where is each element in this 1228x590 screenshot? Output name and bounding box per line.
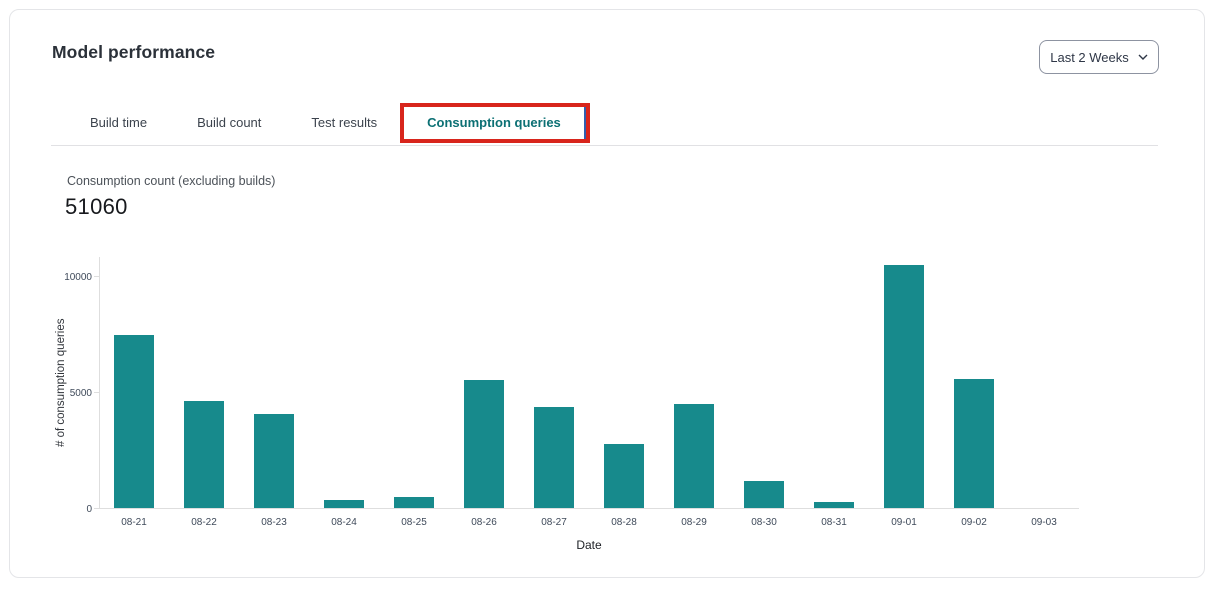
x-tick-label-08-27: 08-27 <box>519 517 589 528</box>
y-tick-label-0: 0 <box>86 504 92 515</box>
x-tick-label-08-30: 08-30 <box>729 517 799 528</box>
bar-08-28[interactable] <box>604 444 644 508</box>
period-selector-dropdown[interactable]: Last 2 Weeks <box>1039 40 1159 74</box>
y-tick-label-10000: 10000 <box>64 272 92 283</box>
period-selector-value: Last 2 Weeks <box>1050 50 1129 65</box>
bar-08-29[interactable] <box>674 404 714 508</box>
x-tick-label-08-26: 08-26 <box>449 517 519 528</box>
model-performance-card: Model performance Last 2 Weeks Build tim… <box>9 9 1205 578</box>
metric-value: 51060 <box>65 194 128 220</box>
metric-label: Consumption count (excluding builds) <box>67 174 275 188</box>
bar-09-02[interactable] <box>954 379 994 508</box>
bar-08-30[interactable] <box>744 481 784 508</box>
bar-08-21[interactable] <box>114 335 154 508</box>
x-tick-label-08-29: 08-29 <box>659 517 729 528</box>
x-tick-label-08-25: 08-25 <box>379 517 449 528</box>
tab-bar: Build timeBuild countTest resultsConsump… <box>51 100 1158 146</box>
x-tick-label-08-21: 08-21 <box>99 517 169 528</box>
x-tick-label-09-01: 09-01 <box>869 517 939 528</box>
y-tick-mark <box>94 508 99 509</box>
bar-08-31[interactable] <box>814 502 854 508</box>
bar-08-25[interactable] <box>394 497 434 508</box>
y-axis-title: # of consumption queries <box>55 257 67 509</box>
y-axis-line <box>99 257 100 509</box>
y-tick-label-5000: 5000 <box>70 388 92 399</box>
bar-08-26[interactable] <box>464 380 504 508</box>
x-tick-label-09-03: 09-03 <box>1009 517 1079 528</box>
chevron-down-icon <box>1138 54 1148 60</box>
x-axis-title: Date <box>99 538 1079 552</box>
x-axis-line <box>99 508 1079 509</box>
y-tick-mark <box>94 392 99 393</box>
tab-consumption-queries[interactable]: Consumption queries <box>402 100 586 145</box>
x-tick-label-08-24: 08-24 <box>309 517 379 528</box>
bar-08-22[interactable] <box>184 401 224 508</box>
tab-build-count[interactable]: Build count <box>172 100 286 145</box>
tab-test-results[interactable]: Test results <box>286 100 402 145</box>
tab-build-time[interactable]: Build time <box>65 100 172 145</box>
x-tick-label-08-28: 08-28 <box>589 517 659 528</box>
page-title: Model performance <box>52 42 215 63</box>
bar-09-01[interactable] <box>884 265 924 508</box>
bar-08-27[interactable] <box>534 407 574 508</box>
x-tick-label-09-02: 09-02 <box>939 517 1009 528</box>
x-tick-label-08-23: 08-23 <box>239 517 309 528</box>
x-tick-label-08-22: 08-22 <box>169 517 239 528</box>
x-tick-label-08-31: 08-31 <box>799 517 869 528</box>
y-tick-mark <box>94 276 99 277</box>
consumption-queries-bar-chart: # of consumption queries Date 0500010000… <box>99 257 1079 509</box>
bar-08-23[interactable] <box>254 414 294 508</box>
bar-08-24[interactable] <box>324 500 364 508</box>
